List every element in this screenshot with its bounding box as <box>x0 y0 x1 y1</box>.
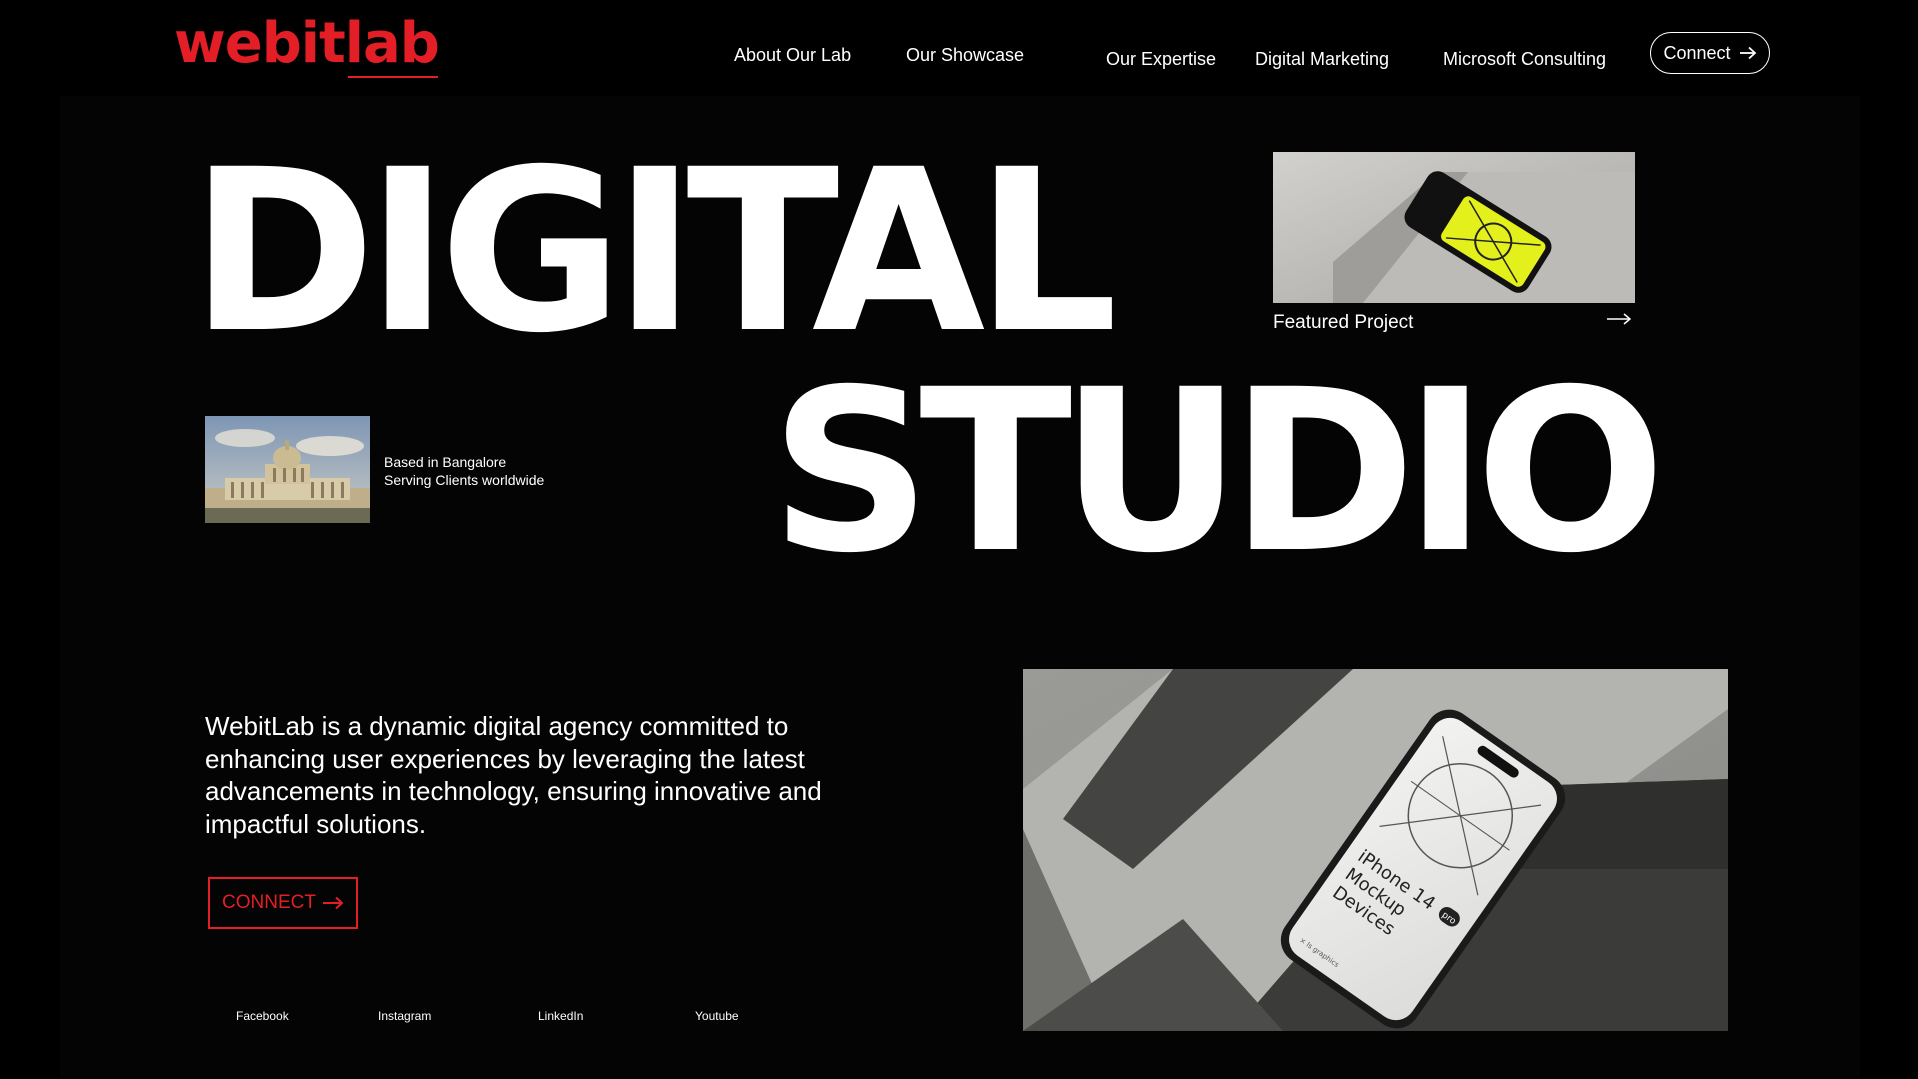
location-text: Based in Bangalore Serving Clients world… <box>384 453 544 489</box>
cta-connect-button[interactable]: CONNECT <box>208 877 358 929</box>
connect-button-label: Connect <box>1663 42 1731 63</box>
social-instagram-link[interactable]: Instagram <box>378 1009 431 1023</box>
arrow-right-icon <box>1739 46 1757 60</box>
logo-underline <box>348 76 438 78</box>
logo[interactable]: webitlab <box>174 16 440 72</box>
nav-microsoft-consulting[interactable]: Microsoft Consulting <box>1443 50 1606 68</box>
nav-about[interactable]: About Our Lab <box>734 46 851 64</box>
social-facebook-link[interactable]: Facebook <box>236 1009 289 1023</box>
hero-title-studio: STUDIO <box>770 341 1666 602</box>
cta-connect-label: CONNECT <box>222 892 316 913</box>
social-youtube-link[interactable]: Youtube <box>695 1009 739 1023</box>
agency-description: WebitLab is a dynamic digital agency com… <box>205 711 822 839</box>
connect-button[interactable]: Connect <box>1650 32 1770 74</box>
long-arrow-right-icon[interactable] <box>1606 312 1632 331</box>
featured-project-label[interactable]: Featured Project <box>1273 312 1413 334</box>
iphone-mockup-image: iPhone 14 pro Mockup Devices × ls graphi… <box>1023 669 1728 1031</box>
featured-project-image[interactable] <box>1273 152 1635 303</box>
social-linkedin-link[interactable]: LinkedIn <box>538 1009 583 1023</box>
bangalore-building-image <box>205 416 370 523</box>
arrow-right-icon <box>322 896 344 910</box>
page: webitlab About Our Lab Our Showcase Our … <box>0 0 1918 1079</box>
nav-digital-marketing[interactable]: Digital Marketing <box>1255 50 1389 68</box>
hero-title-digital: DIGITAL <box>190 121 1118 382</box>
nav-showcase[interactable]: Our Showcase <box>906 46 1024 64</box>
nav-expertise[interactable]: Our Expertise <box>1106 50 1216 68</box>
location-line-1: Based in Bangalore <box>384 454 507 470</box>
logo-text: webitlab <box>174 11 440 76</box>
location-line-2: Serving Clients worldwide <box>384 472 545 488</box>
